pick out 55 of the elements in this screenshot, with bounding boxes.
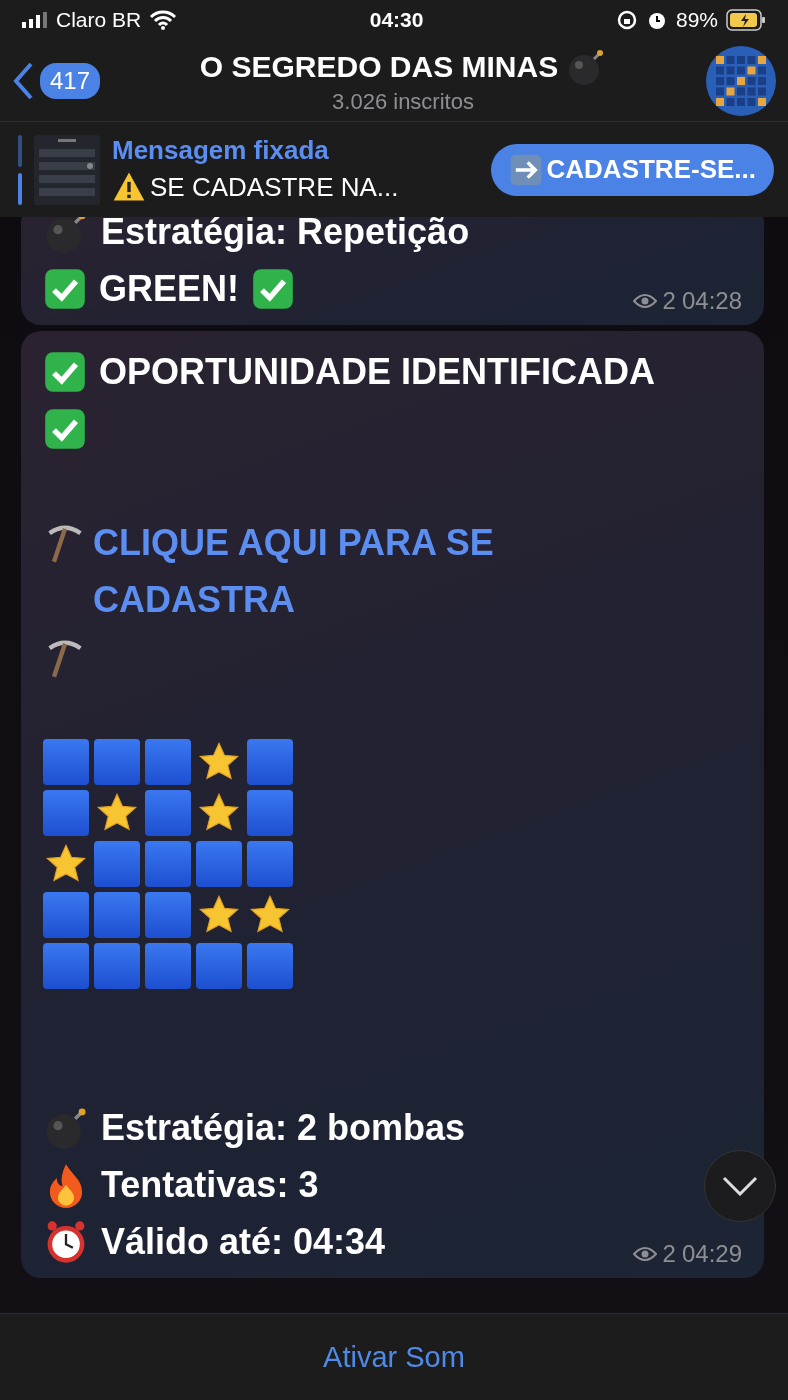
check-icon [43,266,87,311]
chevron-down-icon [722,1176,758,1196]
square-tile [247,943,293,989]
square-tile [43,739,89,785]
message-text: OPORTUNIDADE IDENTIFICADA [99,350,655,394]
clock-time: 04:30 [369,8,424,32]
carrier-name: Claro BR [56,8,142,32]
wifi-icon [149,10,178,30]
check-icon [43,406,87,451]
enable-sound-button[interactable]: Ativar Som [317,1339,471,1375]
view-count: 2 [662,1240,676,1268]
square-tile [94,943,140,989]
pinned-title: Mensagem fixada [112,135,330,166]
views-eye-icon [632,293,657,309]
square-tile [247,739,293,785]
signup-button[interactable]: CADASTRE-SE... [490,143,774,196]
channel-avatar[interactable] [706,45,776,116]
message-text: Válido até: 04:34 [101,1220,386,1264]
square-tile [247,841,293,887]
message-time: 04:28 [681,287,742,315]
view-count: 2 [662,287,676,315]
signup-link[interactable]: CLIQUE AQUI PARA SE CADASTRA [93,514,563,628]
message-text: Estratégia: 2 bombas [101,1106,466,1150]
unread-count: 417 [40,62,101,99]
signal-icon [22,12,48,28]
check-icon [251,266,295,311]
square-tile [43,943,89,989]
square-tile [196,841,242,887]
square-tile [145,943,191,989]
back-button[interactable]: 417 [12,60,101,101]
views-eye-icon [632,1246,657,1262]
square-tile [196,943,242,989]
square-tile [145,790,191,836]
message-time: 04:29 [681,1240,742,1268]
message-text: Estratégia: Repetição [101,217,470,254]
back-chevron-icon [12,60,34,101]
message-text: GREEN! [99,267,239,311]
square-tile [43,790,89,836]
rotation-lock-icon [615,9,638,31]
square-tile [145,739,191,785]
battery-icon [726,9,766,31]
message-text: Tentativas: 3 [101,1163,319,1207]
square-tile [94,739,140,785]
square-tile [145,841,191,887]
battery-percent: 89% [675,8,718,32]
warning-icon [112,170,146,204]
check-icon [43,349,87,394]
square-tile [43,892,89,938]
square-tile [247,790,293,836]
square-tile [145,892,191,938]
square-tile [94,892,140,938]
square-tile [94,841,140,887]
pinned-text: SE CADASTRE NA... [150,171,399,203]
subscriber-count: 3.026 inscritos [332,88,474,115]
channel-title: O SEGREDO DAS MINAS [199,49,559,84]
